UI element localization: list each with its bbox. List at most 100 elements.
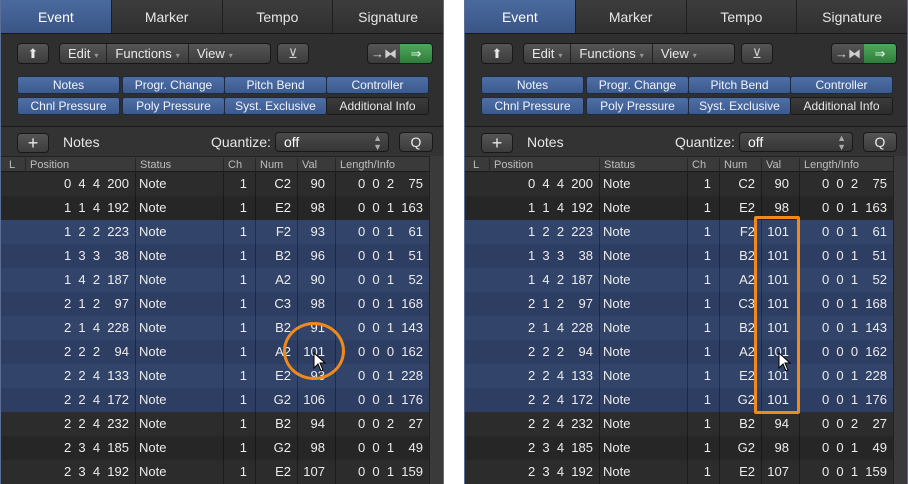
vertical-scrollbar[interactable] <box>429 156 443 484</box>
functions-menu[interactable]: Functions ▾ <box>571 44 653 63</box>
filter-controller-button[interactable]: Controller <box>790 76 893 94</box>
tab-marker[interactable]: Marker <box>111 0 223 33</box>
midi-in-icon[interactable]: ⇒ <box>400 44 432 63</box>
column-ch[interactable]: Ch <box>687 158 719 172</box>
filter-additional-info-button[interactable]: Additional Info <box>326 97 429 115</box>
table-row-selected[interactable]: 2 2 4 172 Note 1 G2 101 0 0 1 176 <box>465 388 907 412</box>
cell-velocity[interactable]: 90 <box>297 172 325 196</box>
quantize-select[interactable]: off ▲ ▼ <box>275 132 389 152</box>
midi-out-icon[interactable]: →⧓ <box>832 44 864 63</box>
cell-velocity[interactable]: 98 <box>761 436 789 460</box>
functions-menu[interactable]: Functions ▾ <box>107 44 189 63</box>
cell-velocity[interactable]: 90 <box>297 268 325 292</box>
column-length-info[interactable]: Length/Info <box>799 158 893 172</box>
column-num[interactable]: Num <box>719 158 761 172</box>
midi-out-icon[interactable]: →⧓ <box>368 44 400 63</box>
column-l[interactable]: L <box>469 158 489 172</box>
table-row[interactable]: 2 3 4 192 Note 1 E2 107 0 0 1 159 <box>1 460 443 484</box>
filter-syst-exclusive-button[interactable]: Syst. Exclusive <box>688 97 791 115</box>
table-row-selected[interactable]: 1 2 2 223 Note 1 F2 93 0 0 1 61 <box>1 220 443 244</box>
tab-signature[interactable]: Signature <box>333 0 443 33</box>
quantize-select[interactable]: off ▲ ▼ <box>739 132 853 152</box>
table-row-selected[interactable]: 2 2 2 94 Note 1 A2 101 0 0 0 162 <box>465 340 907 364</box>
column-position[interactable]: Position <box>25 158 135 172</box>
filter-pitch-bend-button[interactable]: Pitch Bend <box>688 76 791 94</box>
table-row-selected[interactable]: 2 2 4 172 Note 1 G2 106 0 0 1 176 <box>1 388 443 412</box>
table-row-selected[interactable]: 2 2 4 133 Note 1 E2 93 0 0 1 228 <box>1 364 443 388</box>
tab-signature[interactable]: Signature <box>797 0 907 33</box>
up-arrow-icon[interactable]: ⬆ <box>17 43 49 64</box>
table-row[interactable]: 1 1 4 192 Note 1 E2 98 0 0 1 163 <box>465 196 907 220</box>
table-row-selected[interactable]: 1 4 2 187 Note 1 A2 90 0 0 1 52 <box>1 268 443 292</box>
filter-additional-info-button[interactable]: Additional Info <box>790 97 893 115</box>
cell-velocity[interactable]: 98 <box>297 436 325 460</box>
table-row[interactable]: 2 3 4 185 Note 1 G2 98 0 0 1 49 <box>465 436 907 460</box>
cell-velocity[interactable]: 107 <box>297 460 325 484</box>
edit-menu[interactable]: Edit ▾ <box>60 44 108 63</box>
table-row[interactable]: 2 3 4 185 Note 1 G2 98 0 0 1 49 <box>1 436 443 460</box>
table-row-selected[interactable]: 2 1 4 228 Note 1 B2 91 0 0 1 143 <box>1 316 443 340</box>
tab-tempo[interactable]: Tempo <box>222 0 334 33</box>
column-num[interactable]: Num <box>255 158 297 172</box>
table-row[interactable]: 1 1 4 192 Note 1 E2 98 0 0 1 163 <box>1 196 443 220</box>
filter-controller-button[interactable]: Controller <box>326 76 429 94</box>
column-l[interactable]: L <box>5 158 25 172</box>
up-arrow-icon[interactable]: ⬆ <box>481 43 513 64</box>
view-menu[interactable]: View ▾ <box>653 44 705 63</box>
cell-velocity[interactable]: 98 <box>297 292 325 316</box>
table-row-selected[interactable]: 2 1 2 97 Note 1 C3 98 0 0 1 168 <box>1 292 443 316</box>
table-row-selected[interactable]: 2 2 2 94 Note 1 A2 101 0 0 0 162 <box>1 340 443 364</box>
filter-progr-change-button[interactable]: Progr. Change <box>122 76 225 94</box>
table-row[interactable]: 2 2 4 232 Note 1 B2 94 0 0 2 27 <box>465 412 907 436</box>
column-val[interactable]: Val <box>297 158 335 172</box>
column-length-info[interactable]: Length/Info <box>335 158 429 172</box>
add-event-button[interactable]: + <box>481 133 513 153</box>
table-row[interactable]: 0 4 4 200 Note 1 C2 90 0 0 2 75 <box>1 172 443 196</box>
table-row[interactable]: 2 3 4 192 Note 1 E2 107 0 0 1 159 <box>465 460 907 484</box>
filter-progr-change-button[interactable]: Progr. Change <box>586 76 689 94</box>
cell-velocity[interactable]: 94 <box>761 412 789 436</box>
cell-velocity[interactable]: 90 <box>761 172 789 196</box>
view-menu[interactable]: View ▾ <box>189 44 241 63</box>
cell-velocity[interactable]: 106 <box>297 388 325 412</box>
column-status[interactable]: Status <box>135 158 223 172</box>
vertical-scrollbar[interactable] <box>893 156 907 484</box>
filter-icon[interactable]: ⊻ <box>277 43 309 64</box>
cell-velocity[interactable]: 96 <box>297 244 325 268</box>
quantize-button[interactable]: Q <box>399 132 433 152</box>
cell-velocity[interactable]: 98 <box>297 196 325 220</box>
add-event-button[interactable]: + <box>17 133 49 153</box>
filter-icon[interactable]: ⊻ <box>741 43 773 64</box>
table-row-selected[interactable]: 1 4 2 187 Note 1 A2 101 0 0 1 52 <box>465 268 907 292</box>
table-row-selected[interactable]: 2 1 2 97 Note 1 C3 101 0 0 1 168 <box>465 292 907 316</box>
table-row-selected[interactable]: 2 1 4 228 Note 1 B2 101 0 0 1 143 <box>465 316 907 340</box>
filter-poly-pressure-button[interactable]: Poly Pressure <box>586 97 689 115</box>
filter-poly-pressure-button[interactable]: Poly Pressure <box>122 97 225 115</box>
tab-event[interactable]: Event <box>465 0 576 33</box>
cell-velocity[interactable]: 107 <box>761 460 789 484</box>
table-row[interactable]: 2 2 4 232 Note 1 B2 94 0 0 2 27 <box>1 412 443 436</box>
tab-marker[interactable]: Marker <box>575 0 687 33</box>
midi-in-icon[interactable]: ⇒ <box>864 44 896 63</box>
cell-velocity[interactable]: 93 <box>297 220 325 244</box>
table-row-selected[interactable]: 1 3 3 38 Note 1 B2 96 0 0 1 51 <box>1 244 443 268</box>
filter-syst-exclusive-button[interactable]: Syst. Exclusive <box>224 97 327 115</box>
tab-tempo[interactable]: Tempo <box>686 0 798 33</box>
filter-notes-button[interactable]: Notes <box>17 76 120 94</box>
column-position[interactable]: Position <box>489 158 599 172</box>
table-row[interactable]: 0 4 4 200 Note 1 C2 90 0 0 2 75 <box>465 172 907 196</box>
cell-velocity[interactable]: 94 <box>297 412 325 436</box>
tab-event[interactable]: Event <box>1 0 112 33</box>
table-row-selected[interactable]: 1 3 3 38 Note 1 B2 101 0 0 1 51 <box>465 244 907 268</box>
table-row-selected[interactable]: 1 2 2 223 Note 1 F2 101 0 0 1 61 <box>465 220 907 244</box>
column-ch[interactable]: Ch <box>223 158 255 172</box>
quantize-button[interactable]: Q <box>863 132 897 152</box>
filter-pitch-bend-button[interactable]: Pitch Bend <box>224 76 327 94</box>
edit-menu[interactable]: Edit ▾ <box>524 44 572 63</box>
table-row-selected[interactable]: 2 2 4 133 Note 1 E2 101 0 0 1 228 <box>465 364 907 388</box>
column-val[interactable]: Val <box>761 158 799 172</box>
filter-notes-button[interactable]: Notes <box>481 76 584 94</box>
filter-chnl-pressure-button[interactable]: Chnl Pressure <box>481 97 584 115</box>
column-status[interactable]: Status <box>599 158 687 172</box>
filter-chnl-pressure-button[interactable]: Chnl Pressure <box>17 97 120 115</box>
